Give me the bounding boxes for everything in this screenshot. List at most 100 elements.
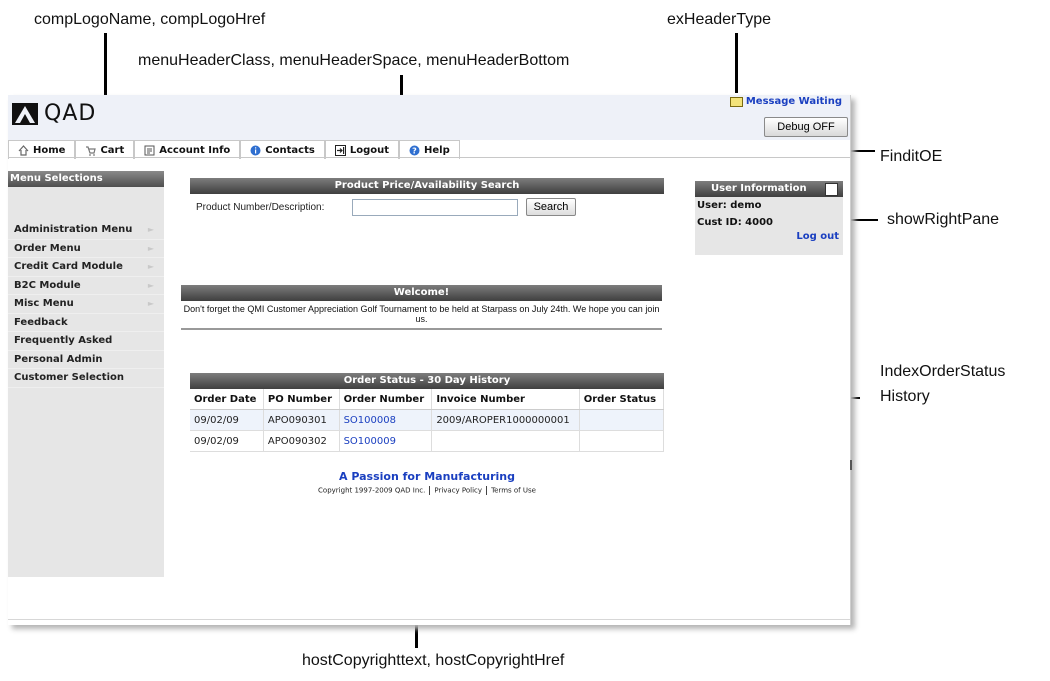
cart-icon [86,145,97,156]
terms-of-use-link[interactable]: Terms of Use [491,487,536,495]
column-header: Order Number [339,389,433,410]
message-waiting-link[interactable]: Message Waiting [729,96,842,107]
table-cell [579,430,665,452]
sidebar-item-customer-selection[interactable]: Customer Selection [8,369,164,388]
tab-cart-label: Cart [100,144,125,156]
table-cell: 2009/AROPER1000000001 [431,409,580,431]
order-status-table: Order Date PO Number Order Number Invoic… [190,389,665,452]
order-number-link[interactable]: SO100008 [339,409,433,431]
user-pane-title: User Information [711,183,807,194]
scrollbar[interactable] [850,460,852,470]
sidebar: Menu Selections Administration Menu ► Ord… [8,171,164,577]
table-cell: 09/02/09 [190,409,264,431]
sidebar-item-label: Customer Selection [14,372,124,383]
sidebar-item-label: Frequently Asked [14,335,113,346]
sidebar-item-label: Credit Card Module [14,261,123,272]
chevron-right-icon: ► [147,225,154,234]
sidebar-item-frequently-asked[interactable]: Frequently Asked [8,332,164,351]
user-pane-header: User Information [695,181,843,197]
sidebar-item-order-menu[interactable]: Order Menu ► [8,240,164,258]
column-header: Invoice Number [431,389,580,410]
table-row: 09/02/09 APO090302 SO100009 [190,430,665,452]
message-waiting-label: Message Waiting [745,96,842,107]
tagline: A Passion for Manufacturing [339,470,515,483]
table-cell: APO090301 [263,409,340,431]
sidebar-item-personal-admin[interactable]: Personal Admin [8,351,164,369]
collapse-pane-icon[interactable] [825,183,838,196]
column-header: Order Date [190,389,264,410]
order-status-title: Order Status - 30 Day History [190,373,664,389]
page-header: QAD Message Waiting Debug OFF [8,95,850,140]
sidebar-item-label: Feedback [14,316,68,328]
user-information-pane: User Information User: demo Cust ID: 400… [695,181,843,255]
divider [429,486,431,495]
company-logo[interactable]: QAD [12,101,96,126]
search-button[interactable]: Search [526,198,576,216]
customer-id: Cust ID: 4000 [697,217,774,228]
host-copyright-area [8,619,850,620]
sidebar-title: Menu Selections [8,171,164,187]
help-icon: ? [409,145,420,155]
order-number-link[interactable]: SO100009 [339,430,433,452]
annotation-findit: FinditOE [880,148,943,165]
divider [486,486,488,495]
sidebar-item-label: Misc Menu [14,298,74,309]
annotation-comp-logo: compLogoName, compLogoHref [34,11,266,28]
table-cell [579,409,665,431]
sidebar-item-feedback[interactable]: Feedback [8,314,164,332]
column-header: PO Number [263,389,340,410]
info-icon [250,145,261,155]
copyright-text[interactable]: Copyright 1997-2009 QAD Inc. [318,487,425,495]
annotation-host-copyright: hostCopyrighttext, hostCopyrightHref [302,652,565,669]
chevron-right-icon: ► [147,299,154,308]
table-cell: 09/02/09 [190,430,264,452]
table-header-row: Order Date PO Number Order Number Invoic… [190,389,665,410]
user-logout-link[interactable]: Log out [695,231,843,242]
annotation-index-order-status-history: History [880,388,930,405]
welcome-text: Don't forget the QMI Customer Appreciati… [181,301,662,330]
logo-text: QAD [44,101,97,126]
welcome-panel: Welcome! Don't forget the QMI Customer A… [181,285,662,330]
menu-bar: Home Cart Account Info Contacts Logout ?… [8,140,460,159]
footer-links: Copyright 1997-2009 QAD Inc. Privacy Poli… [190,486,664,495]
tab-home-label: Home [33,144,66,156]
envelope-icon [729,96,743,107]
product-search-input[interactable] [352,198,518,216]
sidebar-item-administration-menu[interactable]: Administration Menu ► [8,221,164,240]
table-cell: APO090302 [263,430,340,452]
table-cell [431,430,580,452]
annotation-show-right-pane: showRightPane [887,211,1000,228]
app-screenshot: QAD Message Waiting Debug OFF Home Cart … [8,95,852,625]
sidebar-item-b2c-module[interactable]: B2C Module ► [8,277,164,295]
callout-line-logo [104,33,107,96]
debug-button[interactable]: Debug OFF [764,117,848,137]
annotation-index-order-status: IndexOrderStatus [880,363,1006,380]
tab-logout-label: Logout [349,144,389,156]
sidebar-item-misc-menu[interactable]: Misc Menu ► [8,295,164,314]
column-header: Order Status [579,389,665,410]
chevron-right-icon: ► [147,280,154,290]
callout-line-exheader [735,33,738,93]
welcome-title: Welcome! [181,285,662,301]
tab-contacts-label: Contacts [265,144,315,156]
sidebar-list: Administration Menu ► Order Menu ► Credit … [8,221,164,388]
sidebar-item-label: Administration Menu [14,224,133,235]
home-icon [18,144,29,156]
annotation-menu-header: menuHeaderClass, menuHeaderSpace, menuHe… [138,52,570,69]
sidebar-item-credit-card-module[interactable]: Credit Card Module ► [8,258,164,277]
order-status-panel: Order Status - 30 Day History Order Date… [190,373,665,452]
privacy-policy-link[interactable]: Privacy Policy [434,487,482,495]
account-icon [144,145,155,155]
product-search-panel: Product Price/Availability Search Produc… [190,178,664,216]
logout-icon [334,144,346,156]
qad-logo-icon [12,102,38,125]
annotation-ex-header: exHeaderType [667,11,772,28]
sidebar-item-label: Personal Admin [14,353,103,365]
menu-bottom-border [8,157,850,158]
tab-account-info-label: Account Info [159,144,231,156]
tab-help-label: Help [424,144,450,156]
sidebar-item-label: Order Menu [14,242,81,254]
sidebar-item-label: B2C Module [14,279,81,291]
chevron-right-icon: ► [147,262,154,271]
search-panel-title: Product Price/Availability Search [190,178,664,194]
